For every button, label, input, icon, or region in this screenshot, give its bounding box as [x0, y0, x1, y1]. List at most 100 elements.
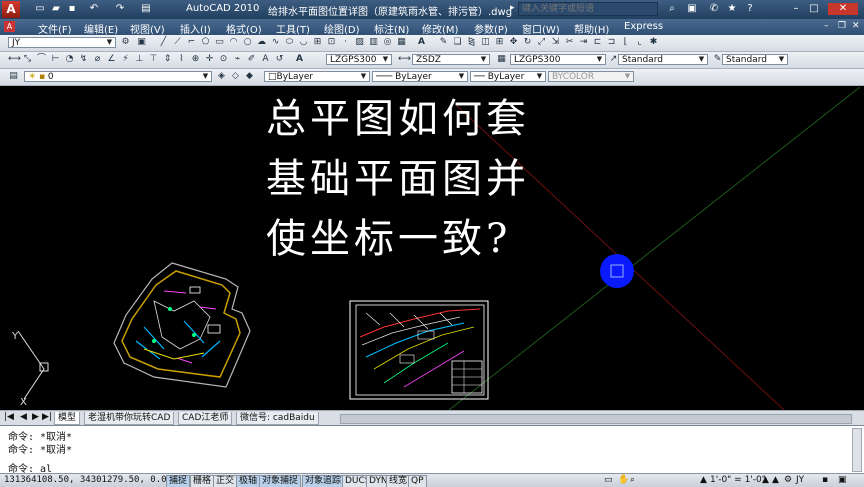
- chevron-down-icon[interactable]: ▼: [381, 55, 390, 64]
- stretch-icon[interactable]: ⇲: [550, 37, 561, 48]
- lock-icon[interactable]: ▣: [136, 37, 147, 48]
- menu-dimension[interactable]: 标注(N): [374, 21, 409, 35]
- trim-icon[interactable]: ✂: [564, 37, 575, 48]
- offset-icon[interactable]: ◫: [480, 37, 491, 48]
- menu-view[interactable]: 视图(V): [130, 21, 165, 35]
- dim-style-icon[interactable]: ⟷: [398, 54, 411, 65]
- menu-format[interactable]: 格式(O): [226, 21, 262, 35]
- chevron-down-icon[interactable]: ▼: [201, 72, 210, 81]
- chevron-down-icon[interactable]: ▼: [777, 55, 786, 64]
- inspect-icon[interactable]: ⊙: [218, 54, 229, 65]
- tab-first-icon[interactable]: |◀: [4, 412, 14, 422]
- drawing-canvas[interactable]: X Y 总平图如何套 基础平面图并 使坐标一致?: [4, 87, 860, 410]
- gradient-icon[interactable]: ▥: [368, 37, 379, 48]
- hatch-icon[interactable]: ▨: [354, 37, 365, 48]
- explode-icon[interactable]: ✱: [648, 37, 659, 48]
- layer-previous-icon[interactable]: ◇: [230, 71, 241, 82]
- auto-scale-icon[interactable]: ▲: [772, 475, 779, 485]
- command-input-line[interactable]: 命令: al: [8, 460, 52, 474]
- doc-minimize-icon[interactable]: –: [824, 21, 829, 31]
- standard-style-combo[interactable]: Standard ▼: [722, 54, 788, 65]
- dim-ordinate-icon[interactable]: ⊢: [50, 54, 61, 65]
- menu-express[interactable]: Express: [624, 21, 663, 32]
- break-icon[interactable]: ⊏: [592, 37, 603, 48]
- selected-point-marker[interactable]: [600, 254, 634, 288]
- lineweight-combo[interactable]: ── ByLayer ▼: [470, 71, 546, 82]
- dim-baseline-icon[interactable]: ⊥: [134, 54, 145, 65]
- plot-icon[interactable]: ▤: [140, 3, 152, 15]
- tab-prev-icon[interactable]: ◀: [20, 412, 27, 422]
- tab-model[interactable]: 模型: [54, 412, 81, 425]
- dim-edit-icon[interactable]: ✐: [246, 54, 257, 65]
- circle-icon[interactable]: ○: [242, 37, 253, 48]
- dim-break-icon[interactable]: ⌇: [176, 54, 187, 65]
- polyline-icon[interactable]: ⌐: [186, 37, 197, 48]
- layer-manager-icon[interactable]: ▤: [8, 71, 19, 82]
- table-style-combo[interactable]: LZGPS300 ▼: [510, 54, 606, 65]
- menu-insert[interactable]: 插入(I): [180, 21, 211, 35]
- dim-aligned-icon[interactable]: ⤡: [22, 54, 33, 65]
- jogged-linear-icon[interactable]: ⌁: [232, 54, 243, 65]
- dim-text-edit-icon[interactable]: A: [260, 54, 271, 65]
- array-icon[interactable]: ⊞: [494, 37, 505, 48]
- window-close-icon[interactable]: ✕: [828, 3, 858, 15]
- window-maximize-icon[interactable]: □: [808, 3, 820, 15]
- chevron-down-icon[interactable]: ▼: [595, 55, 604, 64]
- tolerance-icon[interactable]: ⊕: [190, 54, 201, 65]
- ortho-toggle[interactable]: 正交: [213, 475, 238, 487]
- menu-draw[interactable]: 绘图(D): [324, 21, 360, 35]
- menu-file[interactable]: 文件(F): [38, 21, 72, 35]
- subscription-icon[interactable]: ▣: [686, 3, 698, 15]
- dim-update-icon[interactable]: ↺: [274, 54, 285, 65]
- insert-block-icon[interactable]: ⊞: [312, 37, 323, 48]
- join-icon[interactable]: ⊐: [606, 37, 617, 48]
- search-icon[interactable]: ⌕: [666, 3, 678, 15]
- grid-toggle[interactable]: 栅格: [190, 475, 215, 487]
- chevron-down-icon[interactable]: ▼: [697, 55, 706, 64]
- chevron-down-icon[interactable]: ▼: [105, 38, 114, 47]
- workspace-switch-icon[interactable]: ⚙: [784, 475, 792, 485]
- scale-icon[interactable]: ⤢: [536, 37, 547, 48]
- multileader-style-combo[interactable]: Standard ▼: [618, 54, 708, 65]
- annotation-visibility-icon[interactable]: ▲: [762, 475, 769, 485]
- chevron-down-icon[interactable]: ▼: [479, 55, 488, 64]
- snap-toggle[interactable]: 捕捉: [166, 475, 191, 487]
- save-icon[interactable]: ▪: [66, 3, 78, 15]
- layer-state-icon[interactable]: ◆: [244, 71, 255, 82]
- qp-toggle[interactable]: QP: [408, 475, 427, 487]
- line-icon[interactable]: ╱: [158, 37, 169, 48]
- zoom-icon[interactable]: ⌕: [630, 475, 635, 485]
- mirror-icon[interactable]: ⧎: [466, 37, 477, 48]
- new-file-icon[interactable]: ▭: [34, 3, 46, 15]
- redo-icon[interactable]: ↷: [114, 3, 126, 15]
- text-style-icon[interactable]: A: [294, 54, 305, 65]
- polygon-icon[interactable]: ⬠: [200, 37, 211, 48]
- annotation-scale-value[interactable]: 1'-0" = 1'-0": [710, 475, 766, 485]
- chevron-down-icon[interactable]: ▼: [359, 72, 368, 81]
- clean-screen-icon[interactable]: ▣: [838, 475, 847, 485]
- dim-angular-icon[interactable]: ∠: [106, 54, 117, 65]
- dim-jogged-icon[interactable]: ↯: [78, 54, 89, 65]
- dim-style-combo[interactable]: ZSDZ ▼: [412, 54, 490, 65]
- otrack-toggle[interactable]: 对象追踪: [302, 475, 345, 487]
- command-window[interactable]: 命令: *取消* 命令: *取消* 命令: al: [0, 425, 864, 474]
- chamfer-icon[interactable]: ⌊: [620, 37, 631, 48]
- menu-window[interactable]: 窗口(W): [522, 21, 560, 35]
- spline-icon[interactable]: ∿: [270, 37, 281, 48]
- table-style-icon[interactable]: ▦: [496, 54, 507, 65]
- fillet-icon[interactable]: ⌞: [634, 37, 645, 48]
- rectangle-icon[interactable]: ▭: [214, 37, 225, 48]
- chevron-down-icon[interactable]: ▼: [535, 72, 544, 81]
- dim-radius-icon[interactable]: ◔: [64, 54, 75, 65]
- table-icon[interactable]: ▦: [396, 37, 407, 48]
- search-input[interactable]: [518, 2, 658, 16]
- communication-icon[interactable]: ✆: [708, 3, 720, 15]
- linetype-combo[interactable]: ─── ByLayer ▼: [372, 71, 468, 82]
- workspace-settings-icon[interactable]: ⚙: [120, 37, 131, 48]
- annotation-workspace-value[interactable]: JY: [796, 475, 804, 485]
- tab-layout-3[interactable]: 微信号: cadBaidu: [236, 412, 319, 425]
- doc-close-icon[interactable]: ✕: [852, 21, 860, 31]
- lock-ui-icon[interactable]: ▪: [822, 475, 828, 485]
- app-logo-icon[interactable]: A: [2, 1, 20, 18]
- tab-last-icon[interactable]: ▶|: [42, 412, 52, 422]
